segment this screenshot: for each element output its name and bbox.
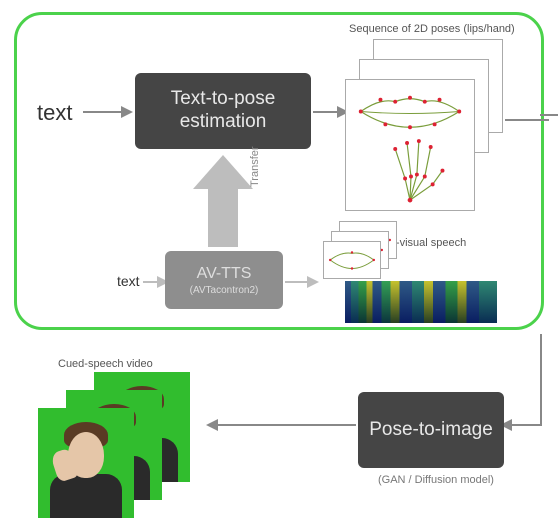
video-output-annot: Cued-speech video (58, 358, 153, 370)
avtts-label: AV-TTS (197, 265, 252, 283)
arrow-text-to-t2p (83, 111, 123, 113)
arrow-head-icon (121, 106, 133, 118)
connector-down (540, 334, 542, 426)
pose-output-annot: Sequence of 2D poses (lips/hand) (349, 23, 515, 35)
text-to-pose-box: Text-to-pose estimation (135, 73, 311, 149)
lips-hand-icon (346, 80, 474, 210)
spectrogram-icon (345, 281, 497, 323)
pipeline-top-region: text Text-to-pose estimation Transfer te… (14, 12, 544, 330)
pose-to-image-sublabel: (GAN / Diffusion model) (378, 474, 494, 486)
arrow-t2p-to-poses (313, 111, 339, 113)
arrow-poses-out (505, 119, 549, 121)
connector-out-right (540, 114, 558, 116)
arrow-p2i-to-video (216, 424, 356, 426)
avtts-sublabel: (AVTacontron2) (190, 285, 259, 296)
arrow-avtts-to-av (285, 281, 309, 283)
input-text-label-small: text (117, 273, 140, 289)
pose-to-image-box: Pose-to-image (358, 392, 504, 468)
transfer-arrow-icon (195, 155, 251, 247)
lips-icon (324, 242, 380, 278)
arrow-into-p2i (508, 424, 542, 426)
arrow-head-icon (307, 276, 319, 288)
arrow-head-icon (206, 419, 218, 431)
avtts-box: AV-TTS (AVTacontron2) (165, 251, 283, 309)
transfer-label: Transfer (249, 146, 261, 187)
input-text-label-main: text (37, 100, 72, 126)
